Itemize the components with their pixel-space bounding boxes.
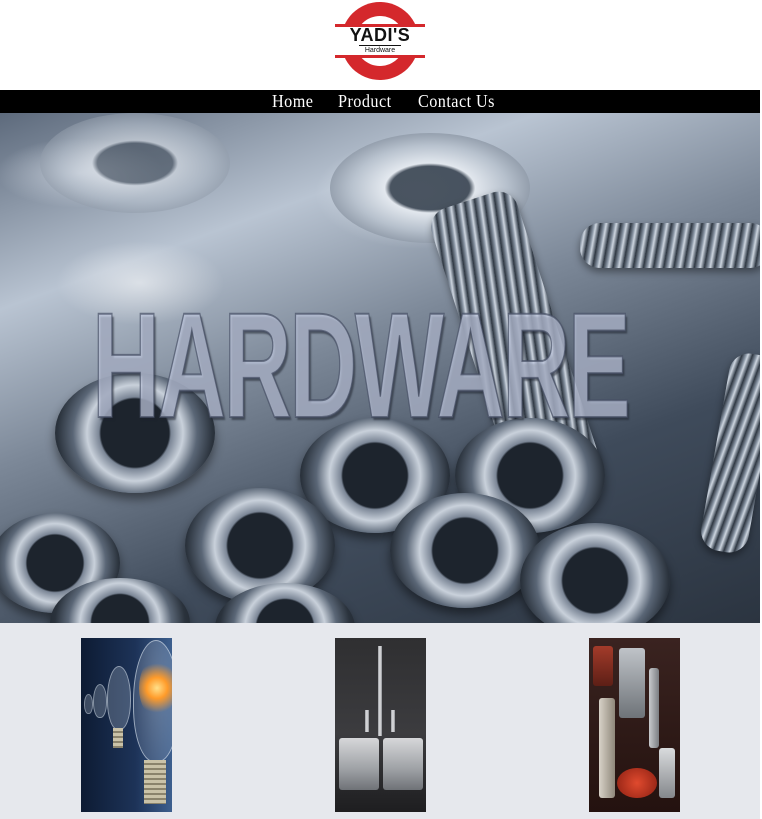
nav-home-link[interactable]: Home <box>272 91 313 112</box>
light-bulb-icon <box>84 694 93 714</box>
product-showcase <box>0 623 760 819</box>
faucet-icon <box>378 646 382 736</box>
pliers-icon <box>593 646 613 686</box>
nav-contact-us-link[interactable]: Contact Us <box>418 91 495 112</box>
product-card-sink[interactable] <box>335 638 426 812</box>
light-bulb-icon <box>107 666 131 730</box>
main-nav: Home Product Contact Us <box>0 90 760 113</box>
nav-product-link[interactable]: Product <box>338 91 392 112</box>
bulb-base <box>144 760 166 804</box>
saw-icon <box>619 648 645 718</box>
filament-glow <box>139 658 172 718</box>
faucet-handle <box>391 710 395 732</box>
logo-subtitle: Hardware <box>359 45 401 55</box>
washer-image <box>40 113 230 213</box>
sink-basin-left <box>339 738 379 790</box>
faucet-handle <box>365 710 369 732</box>
product-card-power-tools[interactable] <box>589 638 680 812</box>
clamp-icon <box>659 748 675 798</box>
light-bulb-icon <box>93 684 107 718</box>
grinder-icon <box>617 768 657 798</box>
bulb-base <box>113 728 123 748</box>
bolt-image <box>697 350 760 556</box>
hex-nut-image <box>390 493 540 608</box>
hex-nut-image <box>520 523 670 623</box>
site-header: YADI'S Hardware <box>0 0 762 90</box>
logo-name: YADI'S <box>349 25 411 45</box>
wrench-icon <box>649 668 659 748</box>
hero-title: HARDWARE <box>91 281 631 449</box>
bolt-image <box>580 223 760 268</box>
hero-banner: HARDWARE <box>0 113 760 623</box>
sink-basin-right <box>383 738 423 790</box>
drill-icon <box>599 698 615 798</box>
yadis-hardware-logo[interactable]: YADI'S Hardware <box>335 2 425 84</box>
product-card-light-bulbs[interactable] <box>81 638 172 812</box>
